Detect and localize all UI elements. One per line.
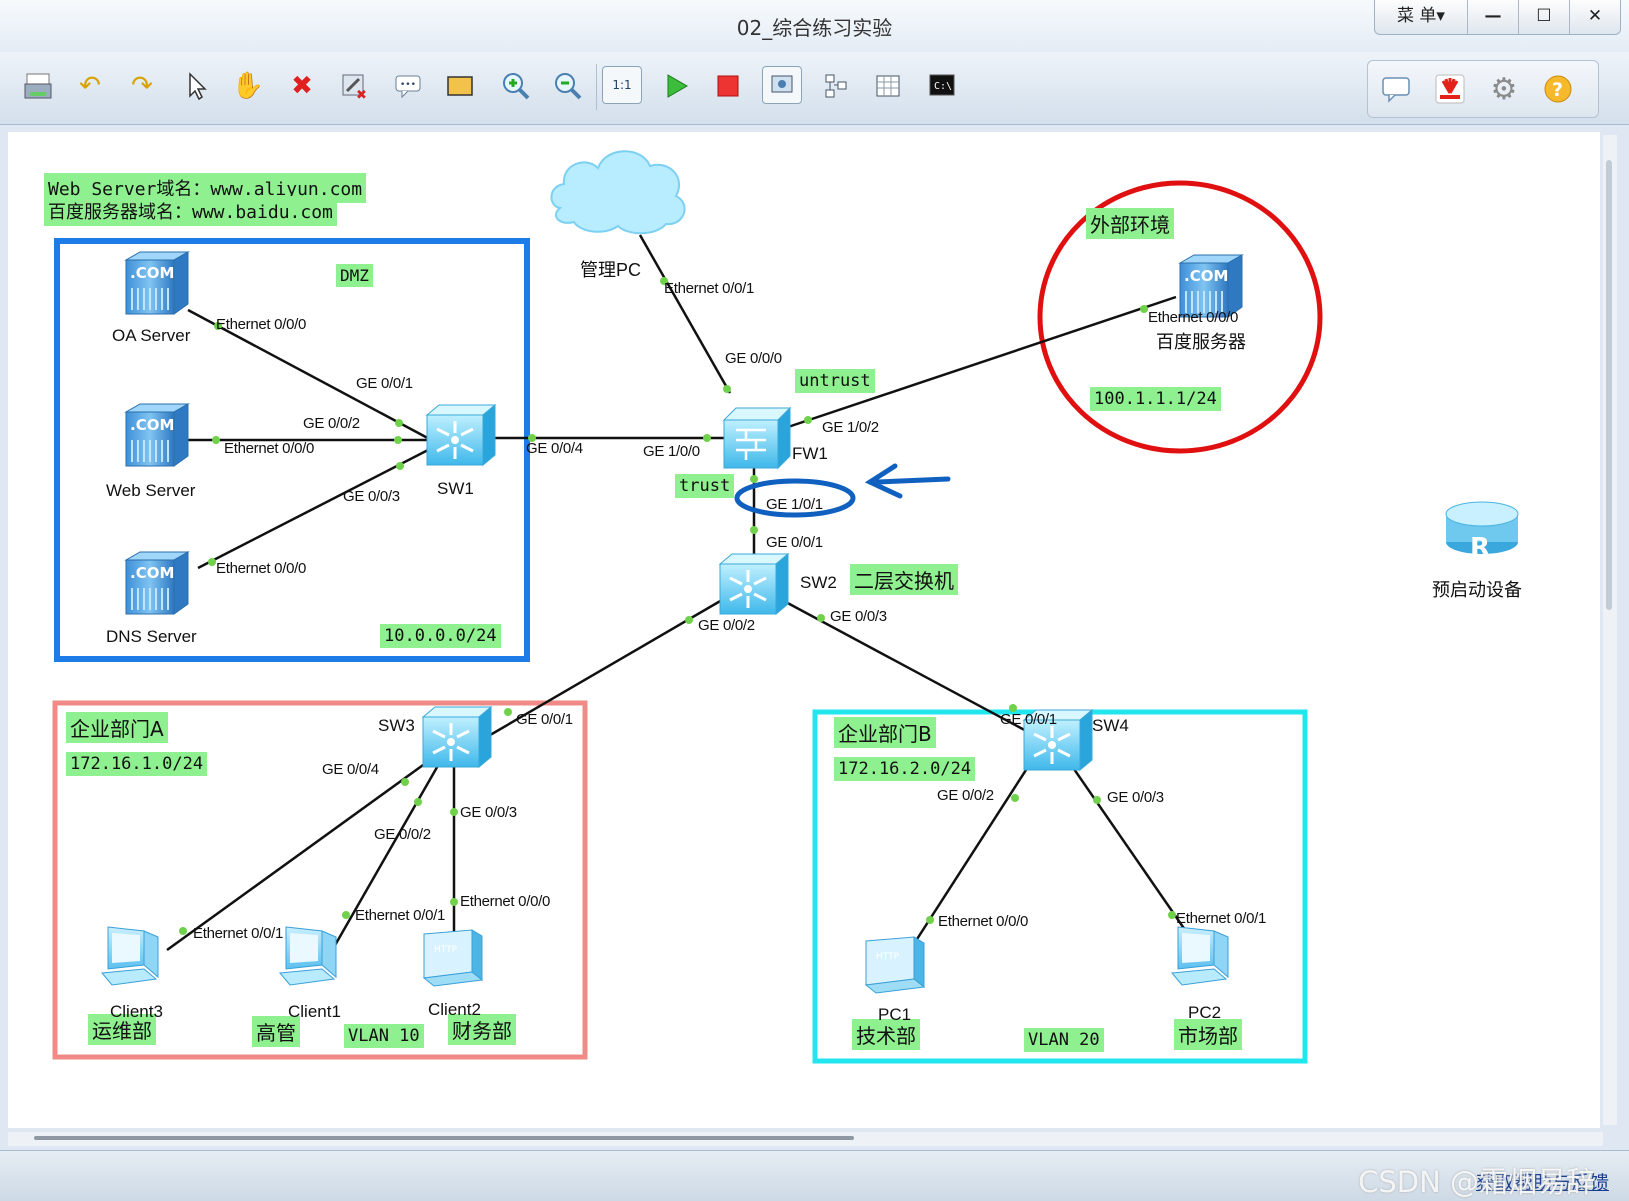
client1-pc-icon[interactable] (279, 926, 337, 986)
port-label: GE 0/0/4 (526, 440, 583, 457)
port-label: GE 1/0/0 (643, 443, 700, 460)
port-label: Ethernet 0/0/1 (193, 925, 284, 942)
sw1-switch-icon[interactable] (425, 403, 497, 467)
trust-label: trust (675, 474, 735, 498)
horizontal-scrollbar[interactable] (8, 1132, 1603, 1146)
vertical-scroll-thumb[interactable] (1606, 160, 1612, 610)
horizontal-scroll-thumb[interactable] (34, 1136, 854, 1140)
client1-name: Client1 (288, 1002, 341, 1021)
web-server-name: Web Server (106, 481, 196, 500)
port-label: Ethernet 0/0/0 (1148, 309, 1239, 326)
client2-http-icon[interactable] (423, 929, 483, 987)
status-bar: 获取帮助与反馈 CSDN @霜烟易辞 (0, 1150, 1629, 1201)
sw4-name: SW4 (1092, 716, 1129, 735)
sw1-name: SW1 (437, 479, 474, 498)
fw1-name: FW1 (792, 444, 828, 463)
port-label: GE 0/0/3 (1107, 789, 1164, 806)
baidu-server-name: 百度服务器 (1156, 332, 1246, 352)
vertical-scrollbar[interactable] (1603, 135, 1617, 1125)
vlan10-label: VLAN 10 (344, 1024, 424, 1048)
port-label: Ethernet 0/0/0 (938, 913, 1029, 930)
port-label: Ethernet 0/0/1 (355, 907, 446, 924)
port-label: GE 0/0/1 (1000, 711, 1057, 728)
port-label: Ethernet 0/0/0 (216, 560, 307, 577)
port-label: Ethernet 0/0/1 (664, 280, 755, 297)
port-label: GE 0/0/1 (766, 534, 823, 551)
port-label: Ethernet 0/0/0 (224, 440, 315, 457)
l2-switch-label: 二层交换机 (850, 564, 958, 595)
client3-pc-icon[interactable] (101, 926, 159, 986)
port-label: GE 1/0/2 (822, 419, 879, 436)
dns-server-icon[interactable] (125, 551, 189, 615)
deptB-label: 企业部门B (834, 717, 936, 748)
external-env-label: 外部环境 (1086, 208, 1174, 239)
topology-stage: .COM HTTP R Web Server域名：www.aliyun.com … (0, 0, 1629, 1200)
dmz-label: DMZ (336, 264, 373, 287)
port-label: Ethernet 0/0/1 (1176, 910, 1267, 927)
pc1-name: PC1 (878, 1005, 912, 1024)
sw2-switch-icon[interactable] (718, 552, 790, 616)
link-endpoints (179, 277, 1176, 935)
port-label: GE 0/0/2 (303, 415, 360, 432)
cloud-name: 管理PC (580, 260, 642, 280)
domain-note-line2: 百度服务器域名：www.baidu.com (44, 196, 337, 226)
deptA-subnet-label: 172.16.1.0/24 (66, 752, 208, 776)
port-label: GE 0/0/3 (343, 488, 400, 505)
router-icon[interactable]: R (1445, 501, 1519, 563)
sw3-name: SW3 (378, 716, 415, 735)
port-label: GE 1/0/1 (766, 496, 823, 513)
links (166, 234, 1194, 955)
port-label: GE 0/0/2 (937, 787, 994, 804)
pc2-pc-icon[interactable] (1171, 926, 1229, 986)
link-sw3-client1[interactable] (328, 761, 442, 955)
client3-name: Client3 (110, 1002, 163, 1021)
port-label: Ethernet 0/0/0 (460, 893, 551, 910)
client2-name: Client2 (428, 1000, 481, 1019)
pc1-http-icon[interactable] (865, 936, 925, 994)
deptA-label: 企业部门A (66, 712, 168, 743)
dmz-subnet-label: 10.0.0.0/24 (380, 624, 501, 648)
preboot-device-name: 预启动设备 (1432, 580, 1522, 600)
oa-server-icon[interactable] (125, 251, 189, 315)
port-label: GE 0/0/2 (698, 617, 755, 634)
pc2-name: PC2 (1188, 1003, 1222, 1022)
dns-server-name: DNS Server (106, 627, 197, 646)
sw2-name: SW2 (800, 573, 837, 592)
watermark: CSDN @霜烟易辞 (1358, 1165, 1595, 1199)
web-server-icon[interactable] (125, 403, 189, 467)
market-dept-label: 市场部 (1174, 1019, 1242, 1050)
oa-server-name: OA Server (112, 326, 191, 345)
port-label: GE 0/0/1 (356, 375, 413, 392)
port-label: GE 0/0/4 (322, 761, 379, 778)
port-label: GE 0/0/3 (460, 804, 517, 821)
vlan20-label: VLAN 20 (1024, 1028, 1104, 1052)
untrust-label: untrust (795, 369, 875, 393)
baidu-server-icon[interactable] (1179, 254, 1243, 318)
sw3-switch-icon[interactable] (421, 705, 493, 769)
port-label: GE 0/0/1 (516, 711, 573, 728)
svg-text:R: R (1470, 533, 1490, 563)
deptB-subnet-label: 172.16.2.0/24 (834, 757, 976, 781)
link-dns-sw1[interactable] (197, 447, 431, 570)
fw1-firewall-icon[interactable] (722, 406, 792, 470)
cloud-icon[interactable] (550, 150, 686, 235)
link-cloud-fw1[interactable] (638, 234, 732, 394)
port-label: Ethernet 0/0/0 (216, 316, 307, 333)
port-label: GE 0/0/0 (725, 350, 782, 367)
external-ip-label: 100.1.1.1/24 (1090, 387, 1221, 411)
port-label: GE 0/0/3 (830, 608, 887, 625)
annotation-arrow-icon (864, 463, 951, 499)
port-label: GE 0/0/2 (374, 826, 431, 843)
